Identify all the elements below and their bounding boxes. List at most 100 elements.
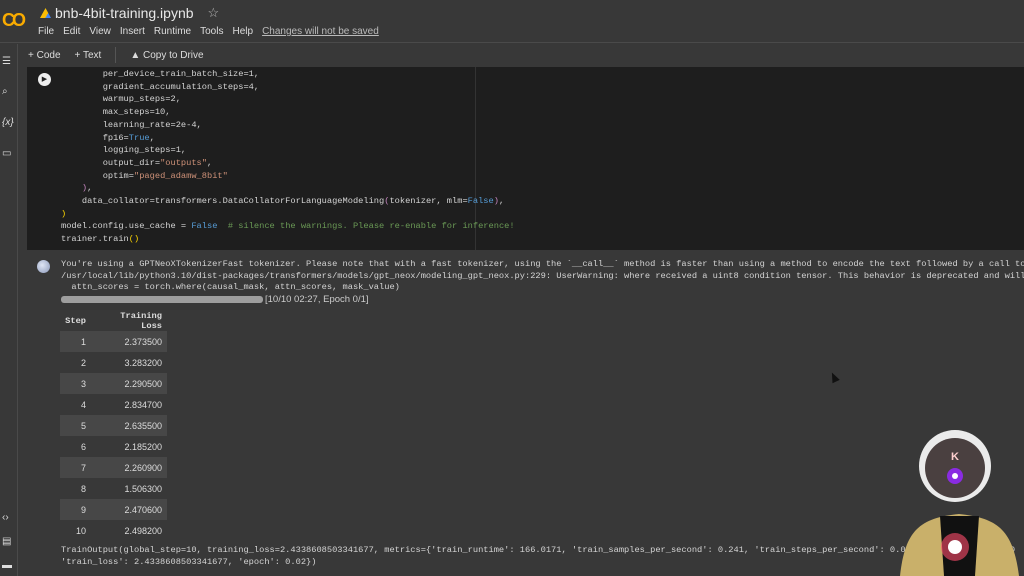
drive-icon xyxy=(40,8,51,18)
avatar-badge: K xyxy=(951,451,959,463)
menu-view[interactable]: View xyxy=(89,26,111,37)
notebook-title-area: bnb-4bit-training.ipynb ☆ xyxy=(40,5,219,21)
code-line: output_dir="outputs", xyxy=(61,157,515,170)
code-token: # silence the warnings. Please re-enable… xyxy=(217,221,515,232)
notebook-title[interactable]: bnb-4bit-training.ipynb xyxy=(55,5,194,21)
code-token: , xyxy=(87,183,93,194)
code-line: learning_rate=2e-4, xyxy=(61,119,515,132)
table-row: 7 2.260900 xyxy=(60,457,167,478)
star-icon[interactable]: ☆ xyxy=(208,5,220,21)
code-token: "outputs" xyxy=(160,157,207,168)
avatar-eye xyxy=(952,473,958,479)
progress-bar xyxy=(61,296,263,303)
code-token: ) xyxy=(61,208,67,219)
menu-insert[interactable]: Insert xyxy=(120,26,145,37)
code-token: False xyxy=(467,196,494,207)
copy-to-drive-label: Copy to Drive xyxy=(143,49,204,61)
table-row: 8 1.506300 xyxy=(60,478,167,499)
code-token: , xyxy=(149,132,155,143)
code-token: logging_steps=1, xyxy=(61,145,187,156)
step-cell: 10 xyxy=(75,525,86,536)
table-row: 5 2.635500 xyxy=(60,415,167,436)
loss-cell: 2.470600 xyxy=(91,499,167,520)
mouse-cursor xyxy=(828,370,840,384)
code-token: output_dir= xyxy=(61,157,161,168)
add-text-button[interactable]: + Text xyxy=(75,50,102,61)
code-line: per_device_train_batch_size=1, xyxy=(61,68,515,81)
loss-cell: 2.260900 xyxy=(91,457,167,478)
toolbar: + Code + Text ▲ Copy to Drive xyxy=(18,44,1024,66)
code-token: model.config.use_cache = xyxy=(61,221,192,232)
unsaved-changes-link[interactable]: Changes will not be saved xyxy=(262,26,379,37)
train-output: TrainOutput(global_step=10, training_los… xyxy=(61,544,1024,568)
code-line: trainer.train() xyxy=(61,233,515,246)
colab-logo[interactable]: CO xyxy=(2,10,26,31)
menu-help[interactable]: Help xyxy=(232,26,253,37)
search-icon[interactable]: ⌕ xyxy=(2,86,8,97)
code-line: optim="paged_adamw_8bit" xyxy=(61,170,515,183)
step-cell: 4 xyxy=(80,399,86,410)
progress-label: [10/10 02:27, Epoch 0/1] xyxy=(265,294,369,305)
code-token: gradient_accumulation_steps=4, xyxy=(61,81,260,92)
column-header: Step xyxy=(65,316,86,326)
code-token: warmup_steps=2, xyxy=(61,94,181,105)
code-token: fp16= xyxy=(61,132,129,143)
avatar-core-light xyxy=(948,540,962,554)
output-line: You're using a GPTNeoXTokenizerFast toke… xyxy=(61,259,1024,269)
step-cell: 6 xyxy=(80,441,86,452)
command-palette-icon[interactable]: ▤ xyxy=(2,536,11,547)
table-row: 3 2.290500 xyxy=(60,373,167,394)
loss-cell: 2.373500 xyxy=(91,331,167,352)
loss-cell: 2.635500 xyxy=(91,415,167,436)
step-cell: 5 xyxy=(60,415,91,436)
streamer-avatar: K xyxy=(900,430,1019,576)
code-token: data_collator=transformers.DataCollatorF… xyxy=(61,196,385,207)
code-line: ), xyxy=(61,182,515,195)
code-token: per_device_train_batch_size=1, xyxy=(61,69,260,79)
step-cell: 9 xyxy=(60,499,91,520)
table-row: 9 2.470600 xyxy=(60,499,167,520)
output-line: TrainOutput(global_step=10, training_los… xyxy=(61,545,1016,555)
loss-cell: 2.834700 xyxy=(124,399,162,410)
terminal-icon[interactable]: ▬ xyxy=(2,560,12,571)
loss-cell: 3.283200 xyxy=(124,357,162,368)
copy-to-drive-button[interactable]: ▲ Copy to Drive xyxy=(130,50,203,61)
code-line: ) xyxy=(61,208,515,221)
loss-cell: 2.498200 xyxy=(124,525,162,536)
run-cell-button[interactable]: ▶ xyxy=(38,73,51,86)
code-line: warmup_steps=2, xyxy=(61,93,515,106)
loss-cell: 2.185200 xyxy=(124,441,162,452)
output-line: attn_scores = torch.where(causal_mask, a… xyxy=(61,282,400,293)
code-token: "paged_adamw_8bit" xyxy=(134,170,228,181)
menu-tools[interactable]: Tools xyxy=(200,26,223,37)
loss-cell: 2.290500 xyxy=(91,373,167,394)
variables-icon[interactable]: {x} xyxy=(2,117,14,128)
step-cell: 2 xyxy=(80,357,86,368)
menu-edit[interactable]: Edit xyxy=(63,26,80,37)
table-row: 2 3.283200 xyxy=(60,352,167,373)
code-snippets-icon[interactable]: ‹› xyxy=(2,512,9,523)
files-icon[interactable]: ▭ xyxy=(2,148,11,159)
menu-runtime[interactable]: Runtime xyxy=(154,26,191,37)
step-cell: 1 xyxy=(60,331,91,352)
menu-file[interactable]: File xyxy=(38,26,54,37)
column-header: Training Loss xyxy=(120,311,162,331)
left-rail: ☰ ⌕ {x} ▭ ‹› ▤ ▬ xyxy=(0,44,18,576)
table-row: 6 2.185200 xyxy=(60,436,167,457)
training-loss-table: Step Training Loss 1 2.373500 2 3.283200 3 2.… xyxy=(60,311,167,541)
toc-icon[interactable]: ☰ xyxy=(2,56,11,67)
code-token: False xyxy=(191,221,218,232)
drive-icon: ▲ xyxy=(130,49,143,61)
code-token: optim= xyxy=(61,170,134,181)
code-editor[interactable]: per_device_train_batch_size=1, gradient_… xyxy=(61,68,515,246)
table-row: 10 2.498200 xyxy=(60,520,167,541)
output-line: 'train_loss': 2.4338608503341677, 'epoch… xyxy=(61,557,317,567)
table-row: 1 2.373500 xyxy=(60,331,167,352)
add-code-button[interactable]: + Code xyxy=(28,50,61,61)
output-icon[interactable] xyxy=(37,260,50,273)
code-token: , xyxy=(498,196,505,207)
code-line: max_steps=10, xyxy=(61,106,515,119)
code-line: logging_steps=1, xyxy=(61,144,515,157)
step-cell: 8 xyxy=(80,483,86,494)
